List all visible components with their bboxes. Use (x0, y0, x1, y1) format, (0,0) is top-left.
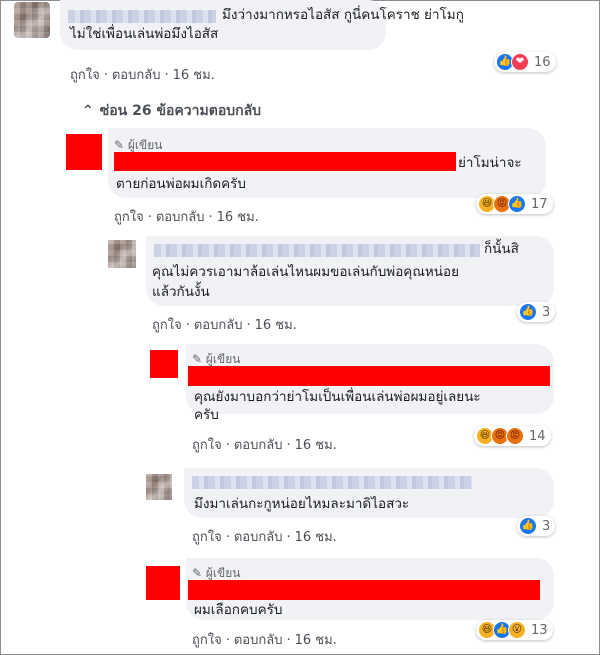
separator-dot: · (246, 318, 251, 333)
comment-text: ไม่ใช่เพื่อนเล่นพ่อมึงไอสัส (70, 26, 219, 42)
reply-link[interactable]: ตอบกลับ (234, 633, 283, 648)
like-link[interactable]: ถูกใจ (70, 68, 100, 83)
pencil-icon: ✎ (192, 566, 203, 580)
reaction-count: 3 (542, 518, 551, 534)
avatar[interactable] (14, 2, 50, 38)
like-reaction-icon: 👍 (519, 303, 537, 321)
comment-actions: ถูกใจ · ตอบกลับ · 16 ชม. (70, 64, 215, 85)
reply-link[interactable]: ตอบกลับ (234, 438, 283, 453)
separator-dot: · (225, 438, 230, 453)
like-link[interactable]: ถูกใจ (192, 438, 222, 453)
separator-dot: · (208, 210, 213, 225)
pencil-icon: ✎ (192, 352, 203, 366)
author-label: ผู้เขียน (205, 566, 241, 580)
reaction-summary[interactable]: 😆 👍 😮 13 (476, 620, 553, 640)
reaction-summary[interactable]: 👍 3 (517, 302, 556, 322)
comment-text: ก็นั้นสิ (484, 241, 519, 257)
reaction-count: 17 (531, 196, 548, 212)
comment-actions: ถูกใจ · ตอบกลับ · 16 ชม. (192, 526, 337, 547)
comment-actions: ถูกใจ · ตอบกลับ · 16 ชม. (114, 206, 259, 227)
like-link[interactable]: ถูกใจ (192, 530, 222, 545)
reply-link[interactable]: ตอบกลับ (112, 68, 161, 83)
pencil-icon: ✎ (114, 138, 125, 152)
author-label: ผู้เขียน (127, 138, 163, 152)
reaction-count: 3 (542, 304, 551, 320)
comment-text: มึงว่างมากหรอไอสัส กูนี่คนโคราช ย่าโมกู (222, 7, 464, 23)
avatar[interactable] (108, 240, 136, 268)
comment-text: มึงมาเล่นกะกูหน่อยไหมละมาดิไอสวะ (194, 496, 410, 512)
like-link[interactable]: ถูกใจ (114, 210, 144, 225)
reaction-summary[interactable]: 👍 ❤ 16 (494, 52, 556, 72)
reaction-summary[interactable]: 😆 😡 😡 14 (474, 426, 551, 446)
commenter-name-blurred[interactable] (68, 10, 216, 23)
separator-dot: · (286, 633, 291, 648)
timestamp[interactable]: 16 ชม. (295, 438, 337, 453)
separator-dot: · (164, 68, 169, 83)
reply-link[interactable]: ตอบกลับ (194, 318, 243, 333)
angry-reaction-icon: 😡 (506, 427, 524, 445)
reply-link[interactable]: ตอบกลับ (234, 530, 283, 545)
reaction-count: 13 (531, 622, 548, 638)
comment-text: คุณไม่ควรเอามาล้อเล่นไหนผมขอเล่นกับพ่อคุ… (152, 264, 460, 280)
avatar[interactable] (146, 474, 172, 500)
chevron-up-icon: ⌃ (82, 103, 94, 119)
timestamp[interactable]: 16 ชม. (295, 530, 337, 545)
timestamp[interactable]: 16 ชม. (255, 318, 297, 333)
timestamp[interactable]: 16 ชม. (217, 210, 259, 225)
reaction-count: 16 (534, 54, 551, 70)
author-avatar[interactable] (150, 350, 178, 378)
redacted-text (114, 152, 456, 171)
reaction-count: 14 (529, 428, 546, 444)
separator-dot: · (225, 633, 230, 648)
author-avatar[interactable] (146, 566, 180, 600)
reply-link[interactable]: ตอบกลับ (156, 210, 205, 225)
separator-dot: · (225, 530, 230, 545)
comment-actions: ถูกใจ · ตอบกลับ · 16 ชม. (152, 314, 297, 335)
comment-text: คุณยังมาบอกว่าย่าโมเป็นเพื่อนเล่นพ่อผมอย… (194, 389, 481, 405)
hide-replies-toggle[interactable]: ⌃ ซ่อน 26 ข้อความตอบกลับ (82, 100, 261, 122)
commenter-name-blurred[interactable] (192, 476, 472, 489)
separator-dot: · (185, 318, 190, 333)
separator-dot: · (103, 68, 108, 83)
comment-actions: ถูกใจ · ตอบกลับ · 16 ชม. (192, 629, 337, 650)
hide-replies-label: ซ่อน 26 ข้อความตอบกลับ (99, 103, 262, 119)
commenter-name-blurred[interactable] (154, 244, 480, 257)
like-reaction-icon: 👍 (519, 517, 537, 535)
reaction-summary[interactable]: 😆 😡 👍 17 (476, 194, 553, 214)
comment-text: ผมเลือกคบครับ (194, 602, 283, 618)
screenshot-frame (0, 0, 600, 655)
comment-text: ครับ (194, 407, 219, 423)
love-reaction-icon: ❤ (511, 53, 529, 71)
like-reaction-icon: 👍 (508, 195, 526, 213)
comment-text: ย่าโมน่าจะ (458, 155, 522, 171)
comment-text: แล้วกันงั้น (152, 284, 210, 300)
separator-dot: · (286, 530, 291, 545)
author-label: ผู้เขียน (205, 352, 241, 366)
timestamp[interactable]: 16 ชม. (295, 633, 337, 648)
separator-dot: · (147, 210, 152, 225)
reaction-summary[interactable]: 👍 3 (517, 516, 556, 536)
redacted-text (188, 580, 540, 600)
timestamp[interactable]: 16 ชม. (173, 68, 215, 83)
redacted-text (188, 366, 550, 386)
comment-text: ตายก่อนพ่อผมเกิดครับ (116, 176, 246, 192)
comment-actions: ถูกใจ · ตอบกลับ · 16 ชม. (192, 434, 337, 455)
author-avatar[interactable] (66, 134, 102, 170)
wow-reaction-icon: 😮 (508, 621, 526, 639)
like-link[interactable]: ถูกใจ (152, 318, 182, 333)
like-link[interactable]: ถูกใจ (192, 633, 222, 648)
separator-dot: · (286, 438, 291, 453)
